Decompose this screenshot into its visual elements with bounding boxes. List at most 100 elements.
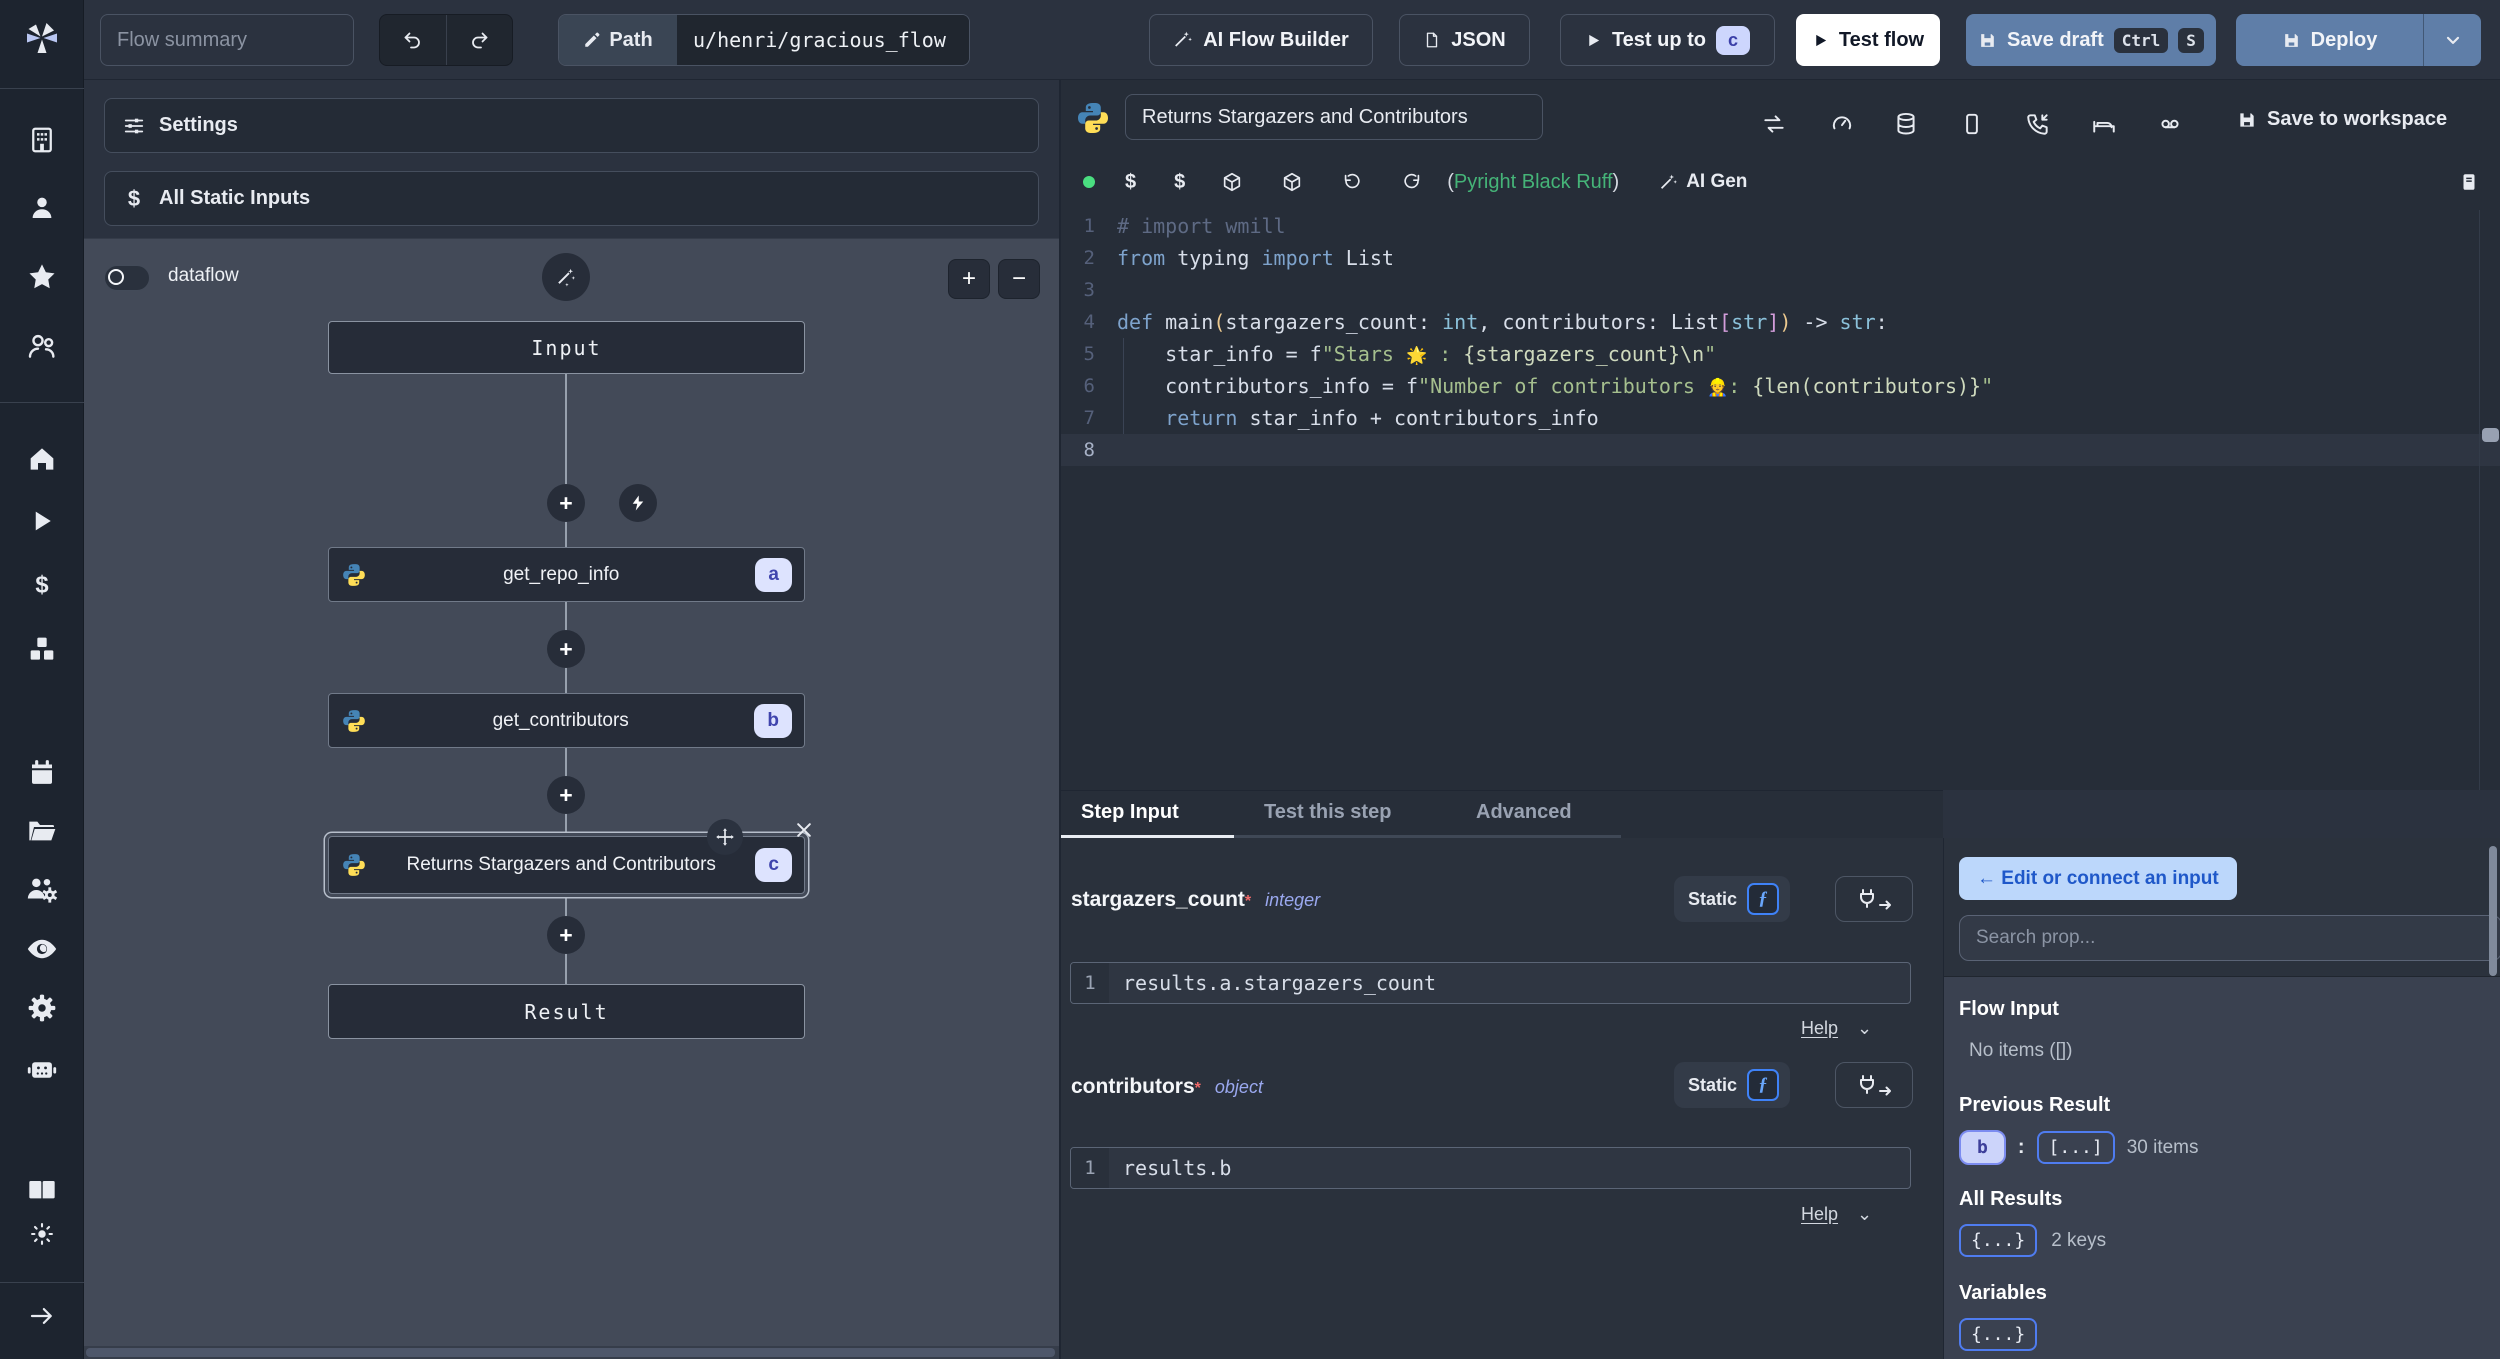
- json-button[interactable]: JSON: [1399, 14, 1530, 66]
- search-prop-input[interactable]: [1959, 915, 2500, 961]
- all-results-object-chip[interactable]: {...}: [1959, 1224, 2038, 1257]
- function-mode-icon[interactable]: ƒ: [1747, 883, 1780, 915]
- previous-result-section-title[interactable]: Previous Result: [1959, 1094, 2110, 1117]
- undo-rotate-icon[interactable]: [1341, 171, 1363, 193]
- expr-input-stargazers-count[interactable]: 1 results.a.stargazers_count: [1070, 962, 1911, 1004]
- save-to-workspace-button[interactable]: Save to workspace: [2237, 108, 2447, 131]
- ai-wand-button[interactable]: [542, 253, 590, 301]
- all-results-section-title[interactable]: All Results: [1959, 1188, 2062, 1211]
- user-icon[interactable]: [27, 193, 57, 223]
- deploy-dropdown-button[interactable]: [2423, 14, 2481, 66]
- static-mode-toggle[interactable]: Static ƒ: [1674, 1062, 1790, 1108]
- editor-scrollbar-thumb[interactable]: [2482, 428, 2499, 442]
- code-editor[interactable]: 1 # import wmill 2 from typing import List 3…: [1061, 210, 2500, 790]
- flow-summary-input[interactable]: [100, 14, 354, 66]
- home-icon[interactable]: [26, 443, 58, 475]
- flow-input-section-title[interactable]: Flow Input: [1959, 998, 2059, 1021]
- function-mode-icon[interactable]: ƒ: [1747, 1069, 1780, 1101]
- cubes-icon[interactable]: [26, 633, 58, 665]
- edit-or-connect-button[interactable]: ← Edit or connect an input: [1959, 857, 2237, 900]
- move-step-handle[interactable]: [707, 819, 743, 855]
- play-icon[interactable]: [27, 506, 57, 536]
- code-line[interactable]: 6 contributors_info = f"Number of contri…: [1061, 370, 2500, 402]
- package-icon[interactable]: [1221, 171, 1243, 193]
- flow-step-node-c-selected[interactable]: Returns Stargazers and Contributors c: [328, 819, 811, 894]
- path-value[interactable]: u/henri/gracious_flow: [677, 15, 969, 65]
- dataflow-toggle[interactable]: [104, 265, 150, 291]
- folder-open-icon[interactable]: [26, 815, 58, 847]
- code-line[interactable]: 8: [1061, 434, 2500, 466]
- users-gear-icon[interactable]: [25, 873, 59, 907]
- star-icon[interactable]: [26, 261, 58, 293]
- delete-step-button[interactable]: [791, 817, 817, 843]
- mobile-icon[interactable]: [1959, 111, 1985, 137]
- all-static-inputs-button[interactable]: $ All Static Inputs: [104, 171, 1039, 226]
- help-link[interactable]: Help ⌄: [1801, 1018, 1872, 1039]
- save-draft-button[interactable]: Save draft Ctrl S: [1966, 14, 2216, 66]
- code-line[interactable]: 4 def main(stargazers_count: int, contrib…: [1061, 306, 2500, 338]
- ai-flow-builder-button[interactable]: AI Flow Builder: [1149, 14, 1373, 66]
- tab-advanced[interactable]: Advanced: [1476, 801, 1572, 824]
- connect-panel-scrollbar-thumb[interactable]: [2489, 846, 2497, 976]
- building-icon[interactable]: [27, 125, 57, 155]
- windmill-logo-icon[interactable]: [24, 20, 60, 56]
- flow-graph-canvas[interactable]: dataflow + − Input + get_repo_info a + g…: [84, 238, 1059, 1359]
- dollar-icon[interactable]: $: [27, 570, 57, 600]
- variables-object-chip[interactable]: {...}: [1959, 1318, 2038, 1351]
- eye-icon[interactable]: [25, 932, 59, 966]
- code-line[interactable]: 1 # import wmill: [1061, 210, 2500, 242]
- library-book-icon[interactable]: [2458, 171, 2480, 193]
- insert-step-button[interactable]: +: [547, 630, 585, 668]
- previous-result-step-badge[interactable]: b: [1959, 1130, 2006, 1165]
- connect-input-plug-button[interactable]: [1835, 876, 1913, 922]
- connect-input-plug-button[interactable]: [1835, 1062, 1913, 1108]
- ai-gen-button[interactable]: AI Gen: [1659, 171, 1747, 193]
- trigger-bolt-button[interactable]: [619, 484, 657, 522]
- sun-icon[interactable]: [28, 1220, 56, 1248]
- test-flow-button[interactable]: Test flow: [1796, 14, 1940, 66]
- test-up-to-button[interactable]: Test up to c: [1560, 14, 1775, 66]
- variables-section-title[interactable]: Variables: [1959, 1282, 2047, 1305]
- horizontal-scrollbar[interactable]: [84, 1346, 1059, 1359]
- step-title-input[interactable]: [1125, 94, 1543, 140]
- bench-sleep-icon[interactable]: [2091, 111, 2117, 137]
- gear-icon[interactable]: [26, 992, 58, 1024]
- previous-result-array-chip[interactable]: [...]: [2036, 1131, 2115, 1164]
- arrow-right-icon[interactable]: [27, 1301, 57, 1331]
- flow-settings-button[interactable]: Settings: [104, 98, 1039, 153]
- static-mode-toggle[interactable]: Static ƒ: [1674, 876, 1790, 922]
- deploy-button[interactable]: Deploy: [2236, 14, 2423, 66]
- expr-input-contributors[interactable]: 1 results.b: [1070, 1147, 1911, 1189]
- phone-call-icon[interactable]: [2025, 111, 2051, 137]
- code-line[interactable]: 2 from typing import List: [1061, 242, 2500, 274]
- assistant-label[interactable]: Pyright Black Ruff: [1454, 171, 1613, 194]
- insert-step-button[interactable]: +: [547, 776, 585, 814]
- cache-refresh-icon[interactable]: [1761, 111, 1787, 137]
- flow-step-node-b[interactable]: get_contributors b: [328, 693, 805, 748]
- code-line[interactable]: 5 star_info = f"Stars 🌟 : {stargazers_co…: [1061, 338, 2500, 370]
- gauge-icon[interactable]: [1829, 111, 1855, 137]
- package-icon[interactable]: [1281, 171, 1303, 193]
- dollar-icon[interactable]: $: [1174, 171, 1185, 194]
- tab-step-input[interactable]: Step Input: [1081, 801, 1179, 824]
- tab-test-this-step[interactable]: Test this step: [1264, 801, 1391, 824]
- undo-button[interactable]: [380, 15, 447, 65]
- users-icon[interactable]: [26, 330, 58, 362]
- insert-step-button[interactable]: +: [547, 484, 585, 522]
- help-link[interactable]: Help ⌄: [1801, 1204, 1872, 1225]
- redo-button[interactable]: [447, 15, 513, 65]
- path-control[interactable]: Path u/henri/gracious_flow: [558, 14, 970, 66]
- flow-input-node[interactable]: Input: [328, 321, 805, 374]
- flow-result-node[interactable]: Result: [328, 984, 805, 1039]
- code-line[interactable]: 7 return star_info + contributors_info: [1061, 402, 2500, 434]
- tape-infinity-icon[interactable]: [2157, 111, 2183, 137]
- redo-rotate-icon[interactable]: [1401, 171, 1423, 193]
- database-icon[interactable]: [1893, 111, 1919, 137]
- zoom-out-button[interactable]: −: [998, 259, 1040, 299]
- robot-icon[interactable]: [25, 1053, 59, 1087]
- code-line[interactable]: 3: [1061, 274, 2500, 306]
- zoom-in-button[interactable]: +: [948, 259, 990, 299]
- book-open-icon[interactable]: [26, 1173, 58, 1205]
- flow-step-node-a[interactable]: get_repo_info a: [328, 547, 805, 602]
- insert-step-button[interactable]: +: [547, 916, 585, 954]
